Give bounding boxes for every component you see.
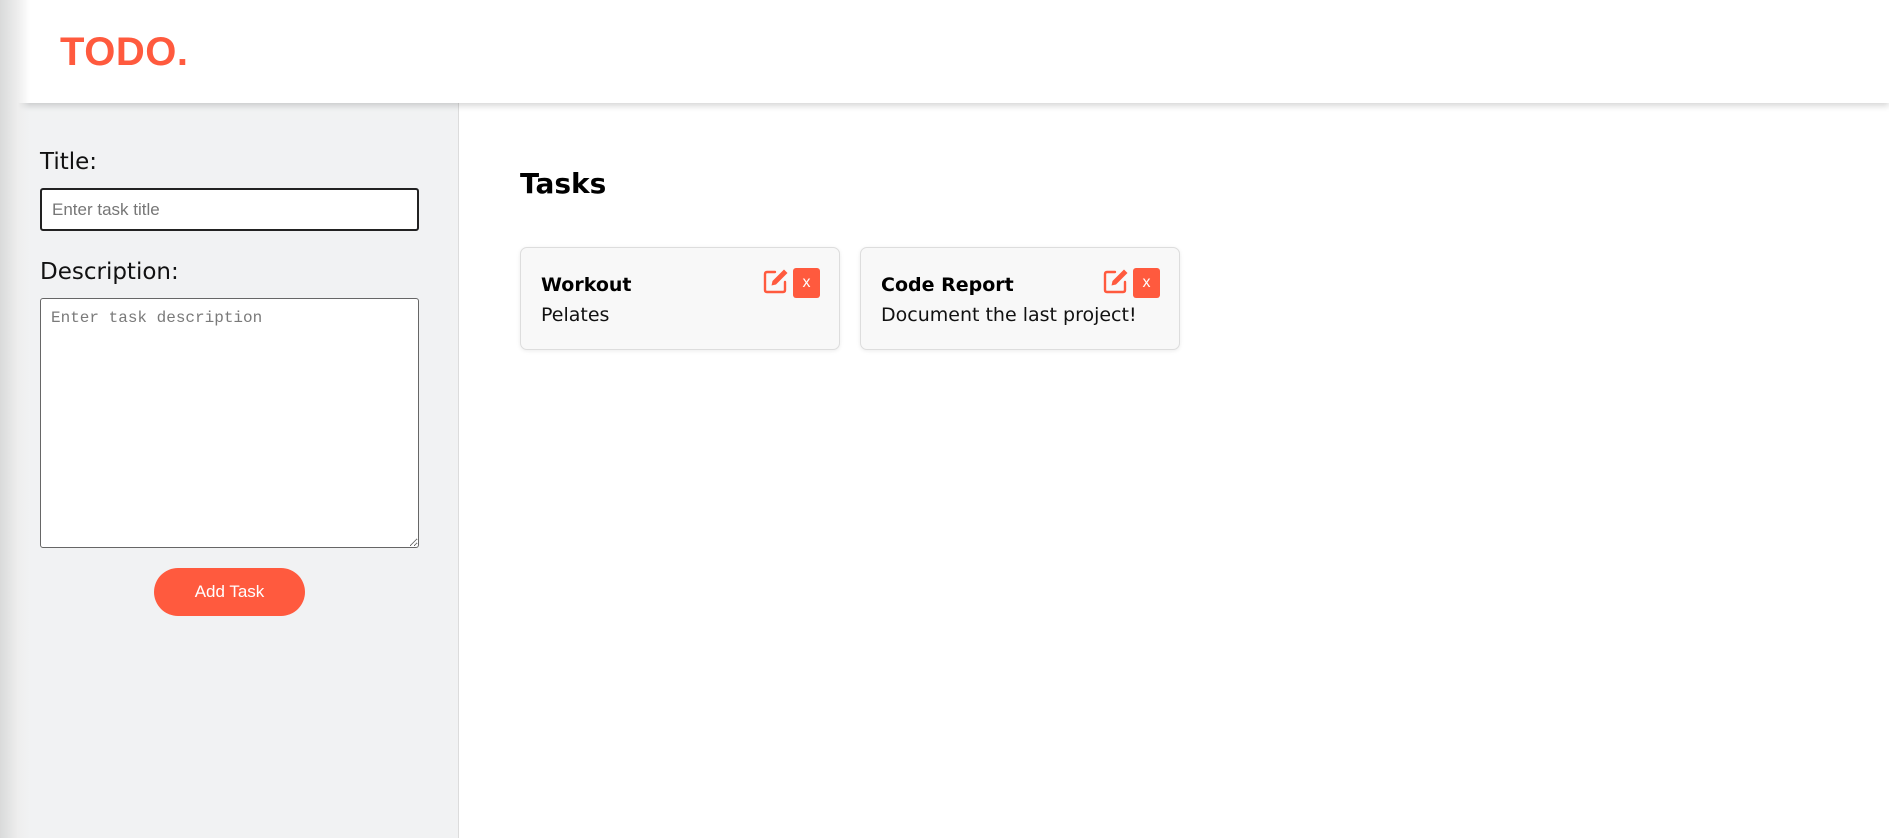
app-logo[interactable]: TODO. xyxy=(60,30,188,75)
add-task-button[interactable]: Add Task xyxy=(154,568,305,616)
app-header: TODO. xyxy=(0,0,1889,103)
delete-button[interactable]: x xyxy=(793,268,820,298)
task-title: Code Report xyxy=(881,274,1014,296)
description-input[interactable] xyxy=(40,298,419,548)
task-form-sidebar: Title: Description: Add Task xyxy=(0,103,459,838)
title-label: Title: xyxy=(40,149,98,175)
task-description: Pelates xyxy=(541,304,610,326)
left-edge-shadow xyxy=(0,0,30,838)
task-description: Document the last project! xyxy=(881,304,1137,326)
tasks-heading: Tasks xyxy=(520,167,607,200)
edit-icon[interactable] xyxy=(762,267,790,295)
task-title: Workout xyxy=(541,274,632,296)
edit-icon[interactable] xyxy=(1102,267,1130,295)
task-card: Workout Pelates x xyxy=(520,247,840,350)
todo-app: TODO. Title: Description: Add Task Tasks… xyxy=(0,0,1889,838)
title-input[interactable] xyxy=(40,188,419,231)
task-card: Code Report Document the last project! x xyxy=(860,247,1180,350)
tasks-panel: Tasks Workout Pelates x Code Report Docu… xyxy=(460,103,1889,838)
description-label: Description: xyxy=(40,259,179,285)
delete-button[interactable]: x xyxy=(1133,268,1160,298)
